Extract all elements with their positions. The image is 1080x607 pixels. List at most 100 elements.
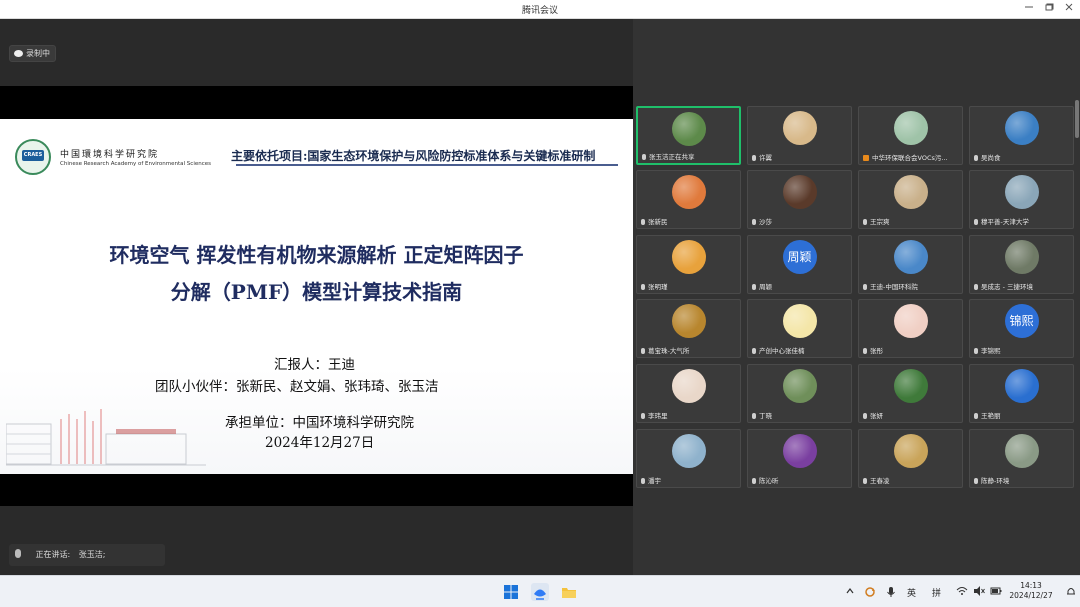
taskbar-file-explorer[interactable] — [560, 583, 578, 601]
participant-tile[interactable]: 沙莎 — [747, 170, 852, 229]
tencent-meeting-icon — [534, 589, 546, 600]
screen: 腾讯会议 录制中 CRAES 中国環境科学研究院 Chinese Researc… — [0, 0, 1080, 607]
participant-name-row: 张妍 — [863, 411, 960, 421]
participant-avatar — [671, 112, 706, 146]
chevron-up-icon — [846, 588, 854, 594]
participant-tile[interactable]: 李玮里 — [636, 364, 741, 423]
participant-tile[interactable]: 穆平善-天津大学 — [969, 170, 1074, 229]
participant-avatar — [1004, 175, 1039, 209]
participant-tile[interactable]: 产创中心张佳楠 — [747, 299, 852, 358]
battery-icon — [990, 587, 1002, 595]
tray-notifications[interactable] — [1066, 586, 1076, 599]
participant-tile[interactable]: 张明瑾 — [636, 235, 741, 294]
microphone-icon — [974, 413, 978, 419]
participant-name: 张明瑾 — [648, 283, 668, 291]
participant-name-row: 王宗爽 — [863, 217, 960, 227]
participant-tile[interactable]: 王春凌 — [858, 429, 963, 488]
participant-tile[interactable]: 张新民 — [636, 170, 741, 229]
window-title: 腾讯会议 — [521, 6, 558, 16]
speaking-name: 张玉洁; — [78, 550, 106, 559]
participant-name: 潘宇 — [648, 477, 661, 485]
microphone-icon — [974, 348, 978, 354]
maximize-button[interactable] — [1042, 2, 1056, 16]
participant-tile[interactable]: 锦熙李锦熙 — [969, 299, 1074, 358]
participant-tile[interactable]: 周颖 周颖 — [747, 235, 852, 294]
participant-tile[interactable]: 吴尚食 — [969, 106, 1074, 165]
participant-name-row: 沙莎 — [752, 217, 849, 227]
participant-tile[interactable]: 葛宝珠-大气所 — [636, 299, 741, 358]
date-line: 2024年12月27日 — [265, 435, 375, 451]
system-clock[interactable]: 14:13 2024/12/27 — [1006, 581, 1056, 601]
participant-tile[interactable]: 王迪-中国环科院 — [858, 235, 963, 294]
slide-title-line1: 环境空气 挥发性有机物来源解析 正定矩阵因子 — [109, 243, 524, 267]
microphone-icon — [974, 284, 978, 290]
logo-text: CRAES — [22, 150, 44, 161]
participant-tile[interactable]: 王宗爽 — [858, 170, 963, 229]
tray-microphone[interactable] — [886, 586, 896, 601]
microphone-icon — [15, 549, 21, 558]
close-button[interactable] — [1062, 2, 1076, 16]
participant-name-row: 王迪-中国环科院 — [863, 282, 960, 292]
participant-name: 王春凌 — [870, 477, 890, 485]
participant-avatar-text: 周颖 — [782, 240, 817, 274]
microphone-icon — [863, 155, 869, 161]
participant-tile[interactable]: 潘宇 — [636, 429, 741, 488]
participant-tile[interactable]: 王艳丽 — [969, 364, 1074, 423]
tray-sync[interactable] — [864, 586, 876, 601]
participant-tile[interactable]: 吴成志 - 三捷环境 — [969, 235, 1074, 294]
participant-tile[interactable]: 陈静-环境 — [969, 429, 1074, 488]
participant-avatar-text: 锦熙 — [1004, 304, 1039, 338]
participant-name: 王宗爽 — [870, 218, 890, 226]
clock-time: 14:13 — [1020, 581, 1042, 590]
window-titlebar: 腾讯会议 — [0, 0, 1080, 19]
windows-logo-icon — [504, 585, 518, 599]
show-hidden-icons[interactable] — [845, 586, 855, 599]
participant-name: 张妍 — [870, 412, 883, 420]
participant-tile[interactable]: 陈沁昕 — [747, 429, 852, 488]
letterbox-bottom — [0, 474, 633, 506]
participant-name: 许翼 — [759, 154, 772, 162]
ime-language[interactable]: 英 — [907, 586, 916, 599]
minimize-button[interactable] — [1022, 2, 1036, 16]
recording-label: 录制中 — [26, 49, 50, 58]
start-button[interactable] — [502, 583, 520, 601]
participant-tile[interactable]: 张彤 — [858, 299, 963, 358]
participant-avatar — [1004, 434, 1039, 468]
participant-name-row: 丁晓 — [752, 411, 849, 421]
microphone-icon — [641, 413, 645, 419]
participant-avatar — [782, 304, 817, 338]
participant-gallery: 张玉洁正在共享 许翼 中华环保联合会VOCs污... 吴尚食张新民 沙莎 王宗爽 穆平善-天… — [633, 19, 1080, 575]
participant-avatar — [1004, 369, 1039, 403]
participant-tile[interactable]: 丁晓 — [747, 364, 852, 423]
microphone-icon — [641, 478, 645, 484]
tray-volume[interactable] — [973, 586, 985, 599]
windows-taskbar: 英 拼 14:13 2024/12/27 — [0, 575, 1080, 607]
microphone-icon — [641, 219, 645, 225]
tray-network[interactable] — [956, 586, 968, 599]
participant-name: 丁晓 — [759, 412, 772, 420]
ime-mode[interactable]: 拼 — [932, 586, 941, 599]
microphone-icon — [887, 587, 895, 597]
participant-tile[interactable]: 张妍 — [858, 364, 963, 423]
participant-name: 沙莎 — [759, 218, 772, 226]
participant-name-row: 潘宇 — [641, 476, 738, 486]
participant-name: 吴尚食 — [981, 154, 1001, 162]
recording-badge[interactable]: 录制中 — [9, 45, 56, 62]
participant-tile[interactable]: 许翼 — [747, 106, 852, 165]
gallery-scrollbar[interactable] — [1075, 100, 1079, 138]
participant-avatar — [893, 111, 928, 145]
project-title: 主要依托项目:国家生态环境保护与风险防控标准体系与关键标准研制 — [231, 149, 596, 163]
tray-battery[interactable] — [990, 586, 1002, 599]
participant-name: 周颖 — [759, 283, 772, 291]
participant-name: 李锦熙 — [981, 347, 1001, 355]
participant-avatar — [1004, 111, 1039, 145]
participant-name-row: 王春凌 — [863, 476, 960, 486]
participant-name-row: 王艳丽 — [974, 411, 1071, 421]
participant-tile[interactable]: 中华环保联合会VOCs污... — [858, 106, 963, 165]
slide-title-line2: 分解（PMF）模型计算技术指南 — [170, 280, 463, 304]
presentation-slide: CRAES 中国環境科学研究院 Chinese Research Academy… — [0, 119, 633, 474]
taskbar-tencent-meeting[interactable] — [531, 583, 549, 601]
folder-icon — [562, 588, 576, 598]
participant-avatar — [671, 369, 706, 403]
participant-tile[interactable]: 张玉洁正在共享 — [636, 106, 741, 165]
